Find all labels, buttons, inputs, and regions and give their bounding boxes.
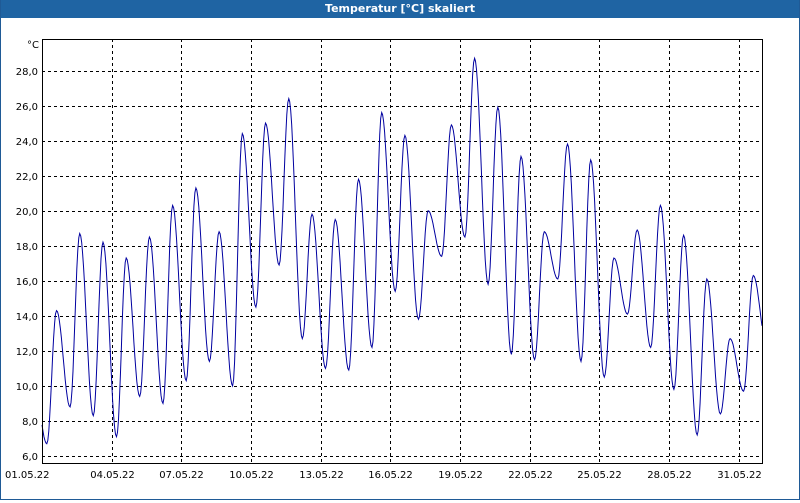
plot-frame (42, 39, 763, 464)
y-tick-label: 24,0 (16, 137, 38, 148)
x-tick-label: 19.05.22 (438, 470, 483, 481)
y-axis-label: °C (27, 40, 39, 51)
y-tick-label: 28,0 (16, 67, 38, 78)
x-tick-label: 04.05.22 (90, 470, 135, 481)
grid-lines (42, 39, 762, 463)
x-tick-label: 13.05.22 (299, 470, 344, 481)
y-tick-label: 14,0 (16, 312, 38, 323)
y-tick-label: 10,0 (16, 382, 38, 393)
y-tick-label: 16,0 (16, 277, 38, 288)
x-tick-label: 31.05.22 (717, 470, 762, 481)
y-tick-label: 6,0 (22, 452, 38, 463)
x-tick-label: 01.05.22 (5, 470, 50, 481)
y-tick-label: 20,0 (16, 207, 38, 218)
window-title: Temperatur [°C] skaliert (1, 0, 799, 18)
temperature-chart: 6,0 8,0 10,0 12,0 14,0 16,0 18,0 20,0 22,0 24,0 26… (5, 39, 763, 481)
y-tick-label: 18,0 (16, 242, 38, 253)
x-tick-label: 07.05.22 (159, 470, 204, 481)
y-tick-label: 12,0 (16, 347, 38, 358)
x-tick-label: 10.05.22 (229, 470, 274, 481)
y-tick-label: 26,0 (16, 102, 38, 113)
x-tick-label: 25.05.22 (577, 470, 622, 481)
y-tick-label: 22,0 (16, 172, 38, 183)
y-tick-labels: 6,0 8,0 10,0 12,0 14,0 16,0 18,0 20,0 22,0 24,0 26… (16, 67, 38, 463)
chart-area: 6,0 8,0 10,0 12,0 14,0 16,0 18,0 20,0 22,0 24,0 26… (1, 18, 799, 503)
temperature-series-line (41, 56, 763, 445)
x-tick-label: 28.05.22 (647, 470, 692, 481)
chart-window: Temperatur [°C] skaliert 6,0 8,0 10,0 12,0 1… (0, 0, 800, 500)
y-tick-label: 8,0 (22, 417, 38, 428)
x-tick-labels: 01.05.22 04.05.22 07.05.22 10.05.22 13.05.22… (5, 470, 762, 481)
x-tick-label: 16.05.22 (368, 470, 413, 481)
x-tick-label: 22.05.22 (508, 470, 553, 481)
